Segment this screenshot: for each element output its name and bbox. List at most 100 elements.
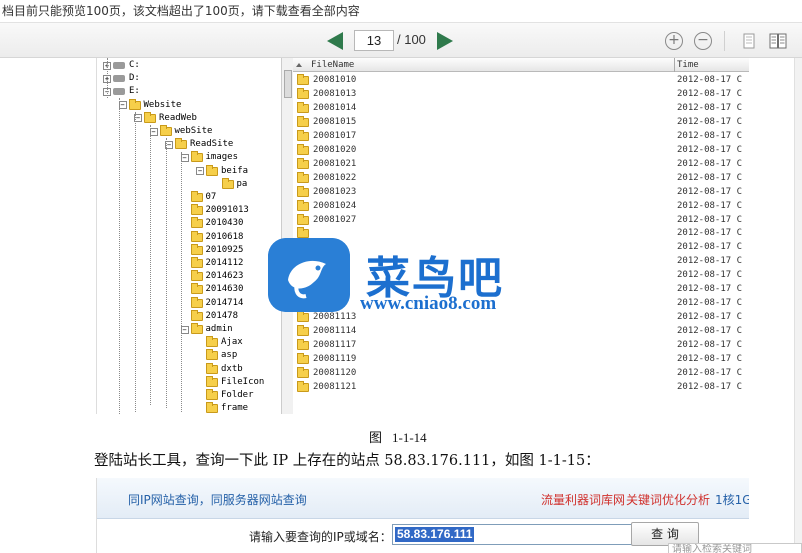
tree-node[interactable]: FileIcon: [196, 375, 264, 389]
folder-icon: [190, 243, 203, 255]
file-row[interactable]: 20081013 2012-08-17 C: [293, 87, 749, 101]
file-row[interactable]: 20081014 2012-08-17 C: [293, 101, 749, 115]
tree-node[interactable]: − admin: [180, 323, 233, 336]
reader-side-scrollbar[interactable]: [794, 58, 802, 543]
folder-icon: [297, 143, 309, 155]
tree-node[interactable]: 07: [181, 191, 217, 204]
tool-nav-red-link-1[interactable]: 流量利器词库网: [541, 491, 625, 508]
tree-node[interactable]: pa: [212, 177, 247, 191]
file-row[interactable]: 20081015 2012-08-17 C: [293, 115, 749, 129]
tree-node-label: C:: [129, 60, 140, 70]
folder-icon: [159, 125, 172, 136]
tree-node[interactable]: dxtb: [196, 362, 243, 376]
file-time: 2012-08-17 C: [677, 340, 743, 351]
caption-prefix: 图: [369, 430, 383, 445]
figure-site-tool-screenshot: 同IP网站查询，同服务器网站查询 流量利器词库网 关键词优化分析 1核1G 请输…: [96, 478, 749, 553]
file-time: 2012-08-17 C: [677, 354, 743, 364]
file-row[interactable]: 20081022 2012-08-17 C: [293, 171, 749, 185]
folder-icon: [206, 362, 218, 374]
tree-node[interactable]: 20091013: [181, 204, 249, 217]
file-row[interactable]: 20081024 2012-08-17 C: [293, 199, 749, 213]
tree-node[interactable]: 2010618: [181, 230, 243, 244]
zoom-in-icon[interactable]: +: [665, 32, 683, 50]
tool-nav-blue-link[interactable]: 1核1G: [715, 491, 749, 508]
file-name: 20081014: [313, 102, 357, 113]
file-row[interactable]: 20081023 2012-08-17 C: [293, 185, 749, 199]
file-name: 20081121: [313, 381, 357, 392]
zoom-out-icon[interactable]: −: [694, 32, 712, 50]
tree-node[interactable]: 2010925: [181, 243, 244, 257]
file-time: 2012-08-17 C: [677, 200, 743, 211]
file-time: 2012-08-17 C: [677, 88, 743, 99]
page-number-input[interactable]: 13: [354, 30, 394, 51]
tree-node[interactable]: 2014714: [181, 296, 243, 310]
file-row[interactable]: 20081121 2012-08-17 C: [293, 380, 749, 394]
file-name: 20081022: [313, 172, 357, 183]
file-row[interactable]: 20081021 2012-08-17 C: [293, 157, 749, 171]
file-row[interactable]: 20081020 2012-08-17 C: [293, 143, 749, 157]
document-page: + C: + D: − E: − Website − ReadWeb − webSite − ReadSi…: [0, 58, 802, 553]
tree-node[interactable]: frame: [196, 402, 248, 414]
search-keyword-input[interactable]: 请输入检索关键词: [668, 543, 802, 553]
folder-icon: [297, 101, 309, 113]
file-name: 20081010: [313, 75, 357, 85]
folder-icon: [297, 87, 309, 99]
bird-logo-icon: [268, 238, 350, 312]
column-filename: FileName: [311, 60, 355, 70]
tree-node[interactable]: asp: [196, 349, 237, 362]
tree-node[interactable]: 2014630: [181, 283, 243, 296]
file-time: 2012-08-17 C: [677, 381, 743, 392]
file-row[interactable]: 20081120 2012-08-17 C: [293, 366, 749, 380]
file-list-header: FileName Time: [293, 58, 749, 72]
folder-icon: [190, 230, 203, 242]
tool-nav-bar: 同IP网站查询，同服务器网站查询 流量利器词库网 关键词优化分析 1核1G: [97, 478, 749, 519]
folder-icon: [297, 213, 309, 225]
next-page-button[interactable]: [437, 32, 453, 50]
tree-node[interactable]: 2014623: [181, 270, 243, 283]
tree-node[interactable]: Ajax: [196, 336, 243, 349]
tree-node[interactable]: − E:: [103, 85, 140, 98]
tree-node[interactable]: 2010430: [181, 217, 243, 230]
folder-icon: [297, 171, 309, 183]
ip-query-input[interactable]: 58.83.176.111: [392, 524, 632, 545]
file-name: 20081024: [313, 200, 357, 211]
tree-node-label: E:: [129, 86, 140, 97]
single-page-view-icon[interactable]: [740, 32, 758, 50]
prev-page-button[interactable]: [327, 32, 343, 50]
watermark-url: www.cniao8.com: [360, 293, 497, 314]
file-time: 2012-08-17 C: [677, 326, 743, 337]
tree-node[interactable]: − beifa: [196, 164, 248, 178]
watermark-logo: 菜鸟吧 www.cniao8.com: [268, 238, 558, 368]
tree-node[interactable]: − ReadSite: [165, 138, 233, 151]
file-row[interactable]: 20081010 2012-08-17 C: [293, 73, 749, 87]
tool-nav-same-ip-link[interactable]: 同IP网站查询，同服务器网站查询: [128, 491, 307, 508]
tree-node-label: dxtb: [221, 363, 243, 374]
tool-nav-red-link-2[interactable]: 关键词优化分析: [626, 491, 710, 508]
tree-node[interactable]: − Website: [118, 98, 181, 112]
file-row[interactable]: 20081017 2012-08-17 C: [293, 129, 749, 143]
tree-node[interactable]: − ReadWeb: [134, 111, 197, 125]
file-time: 2012-08-17 C: [677, 270, 743, 281]
collapse-icon[interactable]: −: [196, 167, 204, 176]
tree-node-label: ReadWeb: [159, 112, 197, 123]
folder-icon: [206, 402, 218, 414]
tree-node[interactable]: − images: [180, 151, 238, 164]
folder-tree: + C: + D: − E: − Website − ReadWeb − webSite − ReadSi…: [97, 58, 281, 414]
double-page-view-icon[interactable]: [769, 32, 787, 50]
tree-node-label: 2010925: [205, 244, 244, 255]
file-time: 2012-08-17 C: [677, 284, 743, 295]
tree-node[interactable]: Folder: [196, 389, 254, 402]
tree-node[interactable]: + D:: [103, 72, 140, 85]
file-row[interactable]: 20081027 2012-08-17 C: [293, 213, 749, 227]
tree-node-label: 07: [205, 192, 217, 202]
tree-node[interactable]: 201478: [181, 309, 238, 323]
tree-node[interactable]: − webSite: [149, 125, 212, 138]
tree-node[interactable]: + C:: [103, 59, 140, 72]
file-time: 2012-08-17 C: [677, 242, 743, 253]
file-name: 20081021: [313, 158, 357, 169]
file-name: 20081120: [313, 367, 357, 378]
file-time: 2012-08-17 C: [677, 75, 743, 85]
folder-icon: [297, 199, 309, 211]
tree-node[interactable]: 2014112: [181, 257, 243, 270]
folder-icon: [297, 74, 309, 85]
